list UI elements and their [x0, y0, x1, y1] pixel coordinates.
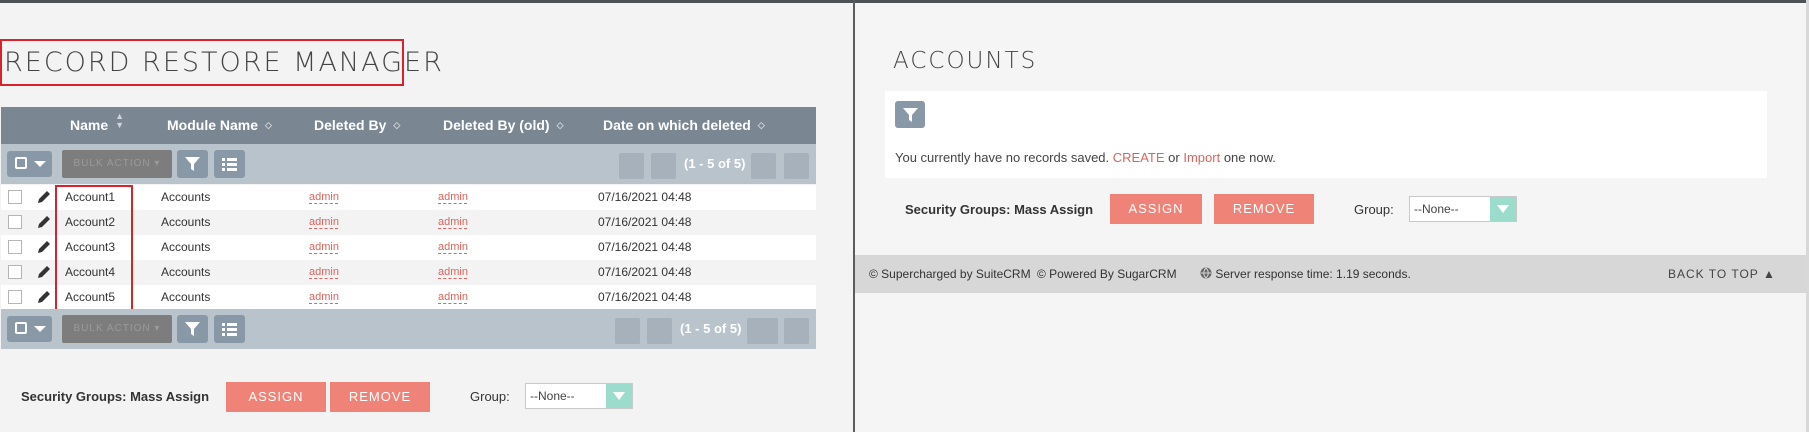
column-chooser-icon: [222, 323, 237, 336]
col-module-name[interactable]: Module Name ◇: [167, 107, 272, 144]
checkbox-icon: [15, 322, 27, 334]
caret-down-icon: [34, 326, 46, 332]
create-link[interactable]: CREATE: [1113, 150, 1165, 165]
column-chooser-icon: [222, 158, 237, 171]
mass-assign-label: Security Groups: Mass Assign: [905, 202, 1094, 217]
assign-button[interactable]: ASSIGN: [226, 382, 326, 412]
mass-assign-label: Security Groups: Mass Assign: [21, 389, 210, 404]
bulk-action-button[interactable]: BULK ACTION ▾: [62, 315, 172, 343]
cell-date: 07/16/2021 04:48: [598, 290, 692, 304]
group-label: Group:: [1354, 202, 1394, 217]
first-page-button[interactable]: [615, 318, 640, 344]
accounts-title: ACCOUNTS: [893, 48, 1038, 74]
cell-module: Accounts: [161, 265, 211, 279]
pagination-bar-top: BULK ACTION ▾ (1 - 5 of 5): [1, 144, 816, 184]
previous-page-button[interactable]: [651, 153, 676, 179]
server-response: Server response time: 1.19 seconds.: [1200, 255, 1411, 293]
back-to-top-link[interactable]: BACK TO TOP ▲: [1668, 255, 1776, 293]
cell-module: Accounts: [161, 240, 211, 254]
cell-deleted-by-old[interactable]: admin: [438, 235, 468, 260]
pagination-bar-bottom: BULK ACTION ▾ (1 - 5 of 5): [1, 309, 816, 349]
cell-deleted-by-old[interactable]: admin: [438, 260, 468, 285]
row-checkbox[interactable]: [8, 265, 22, 279]
page-range: (1 - 5 of 5): [680, 321, 742, 336]
cell-deleted-by-old[interactable]: admin: [438, 210, 468, 235]
import-link[interactable]: Import: [1183, 150, 1220, 165]
col-deleted-by-old[interactable]: Deleted By (old) ◇: [443, 107, 564, 144]
cell-date: 07/16/2021 04:48: [598, 190, 692, 204]
group-select[interactable]: --None--: [1409, 196, 1517, 222]
col-name[interactable]: Name ▲ ▼: [70, 107, 124, 144]
cell-module: Accounts: [161, 215, 211, 229]
next-page-button[interactable]: [751, 153, 776, 179]
filter-icon: [903, 108, 918, 122]
chevron-down-icon: [1490, 197, 1516, 221]
filter-button[interactable]: [177, 150, 208, 178]
filter-icon: [185, 157, 200, 171]
pencil-icon[interactable]: [37, 240, 51, 254]
cell-deleted-by[interactable]: admin: [309, 285, 339, 310]
accounts-list-panel: You currently have no records saved. CRE…: [885, 91, 1767, 178]
remove-button[interactable]: REMOVE: [1214, 194, 1314, 224]
footer: © Supercharged by SuiteCRM © Powered By …: [855, 255, 1806, 293]
name-column-highlight: [55, 185, 133, 311]
pencil-icon[interactable]: [37, 190, 51, 204]
group-select-value: --None--: [1414, 202, 1459, 216]
page-range: (1 - 5 of 5): [684, 156, 746, 171]
page-title: RECORD RESTORE MANAGER: [0, 39, 442, 86]
column-chooser-button[interactable]: [214, 150, 245, 178]
list-header: Name ▲ ▼ Module Name ◇ Deleted By ◇ Deleted …: [1, 107, 816, 144]
pencil-icon[interactable]: [37, 215, 51, 229]
group-select[interactable]: --None--: [525, 383, 633, 409]
pencil-icon[interactable]: [37, 290, 51, 304]
column-chooser-button[interactable]: [214, 315, 245, 343]
globe-icon: [1200, 267, 1212, 279]
pencil-icon[interactable]: [37, 265, 51, 279]
filter-button[interactable]: [177, 315, 208, 343]
group-label: Group:: [470, 389, 510, 404]
sugarcrm-credit[interactable]: © Powered By SugarCRM: [1037, 255, 1177, 293]
checkbox-icon: [15, 157, 27, 169]
cell-module: Accounts: [161, 290, 211, 304]
bulk-action-button[interactable]: BULK ACTION ▾: [62, 150, 172, 178]
cell-deleted-by[interactable]: admin: [309, 260, 339, 285]
remove-button[interactable]: REMOVE: [330, 382, 430, 412]
last-page-button[interactable]: [784, 318, 809, 344]
next-page-button[interactable]: [747, 318, 778, 344]
row-checkbox[interactable]: [8, 240, 22, 254]
caret-down-icon: [34, 161, 46, 167]
row-checkbox[interactable]: [8, 190, 22, 204]
first-page-button[interactable]: [619, 153, 644, 179]
chevron-down-icon: [606, 384, 632, 408]
group-select-value: --None--: [530, 389, 575, 403]
cell-deleted-by[interactable]: admin: [309, 185, 339, 210]
cell-deleted-by-old[interactable]: admin: [438, 185, 468, 210]
previous-page-button[interactable]: [647, 318, 672, 344]
cell-module: Accounts: [161, 190, 211, 204]
row-checkbox[interactable]: [8, 215, 22, 229]
cell-deleted-by[interactable]: admin: [309, 210, 339, 235]
filter-button[interactable]: [895, 101, 925, 128]
row-checkbox[interactable]: [8, 290, 22, 304]
cell-date: 07/16/2021 04:48: [598, 240, 692, 254]
suitecrm-credit[interactable]: © Supercharged by SuiteCRM: [869, 255, 1031, 293]
cell-deleted-by[interactable]: admin: [309, 235, 339, 260]
sort-icon: ◇: [393, 120, 401, 130]
select-all-dropdown[interactable]: [7, 151, 52, 177]
col-date-deleted[interactable]: Date on which deleted ◇: [603, 107, 765, 144]
filter-icon: [185, 322, 200, 336]
cell-deleted-by-old[interactable]: admin: [438, 285, 468, 310]
sort-icon: ◇: [556, 120, 564, 130]
select-all-dropdown[interactable]: [7, 316, 52, 342]
last-page-button[interactable]: [784, 153, 809, 179]
caret-up-icon: ▲: [1762, 267, 1776, 281]
empty-message: You currently have no records saved. CRE…: [895, 150, 1276, 165]
sort-icon: ◇: [757, 120, 765, 130]
assign-button[interactable]: ASSIGN: [1110, 194, 1202, 224]
cell-date: 07/16/2021 04:48: [598, 215, 692, 229]
sort-icon: ◇: [265, 120, 272, 130]
cell-date: 07/16/2021 04:48: [598, 265, 692, 279]
col-deleted-by[interactable]: Deleted By ◇: [314, 107, 400, 144]
sort-icon: ▲ ▼: [115, 111, 125, 130]
